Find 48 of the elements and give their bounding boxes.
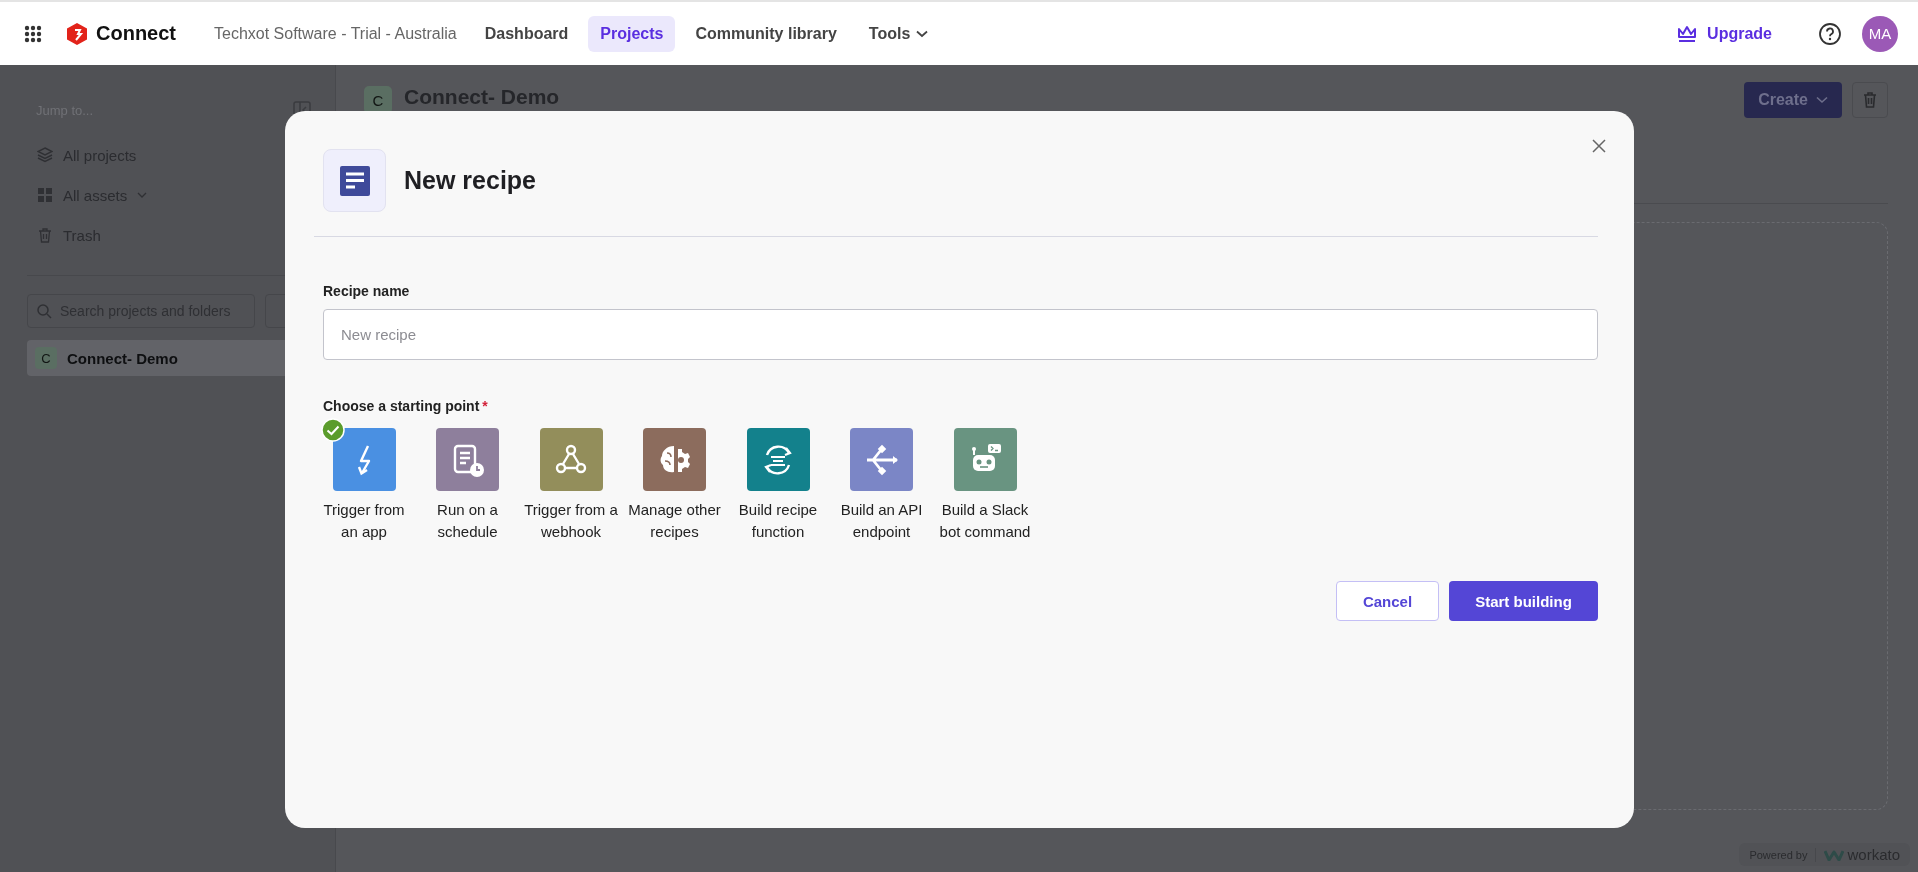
- chevron-down-icon: [137, 192, 148, 198]
- checkmark-badge-icon: [321, 418, 345, 442]
- document-lines-icon: [338, 164, 371, 197]
- stack-icon: [37, 147, 53, 163]
- trash-icon: [1862, 91, 1878, 109]
- apps-grid-icon[interactable]: [24, 24, 42, 43]
- nav-tab[interactable]: Tools: [856, 15, 941, 52]
- upgrade-button[interactable]: Upgrade: [1671, 23, 1778, 44]
- option-label: Manage other recipes: [627, 500, 722, 542]
- field-label: Choose a starting point: [323, 398, 480, 414]
- recipe-name-input[interactable]: New recipe: [323, 309, 1598, 360]
- field-label: Recipe name: [323, 283, 411, 299]
- help-icon[interactable]: [1818, 21, 1842, 46]
- required-mark: *: [482, 398, 488, 414]
- modal-title: New recipe: [404, 166, 536, 195]
- lightning-icon: [357, 443, 371, 476]
- starting-point-tile[interactable]: [746, 428, 810, 491]
- option-label: Build a Slack bot command: [938, 500, 1032, 542]
- cancel-button[interactable]: Cancel: [1336, 581, 1439, 621]
- crown-icon: [1677, 24, 1698, 43]
- starting-point-tile[interactable]: [643, 428, 706, 491]
- organization-name: Techxot Software - Trial - Australia: [214, 24, 457, 43]
- user-avatar[interactable]: MA: [1862, 15, 1898, 52]
- app-name: Connect: [96, 22, 176, 45]
- starting-point-tile[interactable]: [850, 428, 913, 491]
- w-logo-icon: [1824, 848, 1845, 861]
- option-label: Trigger from an app: [322, 500, 406, 542]
- search-icon: [36, 303, 52, 319]
- option-label: Trigger from a webhook: [523, 500, 619, 542]
- starting-point-tile[interactable]: [953, 428, 1017, 491]
- chevron-down-icon: [916, 29, 929, 38]
- option-label: Build an API endpoint: [839, 500, 924, 542]
- option-label: Build recipe function: [737, 500, 819, 542]
- chevron-down-icon: [1816, 96, 1828, 104]
- trash-icon: [37, 227, 53, 243]
- project-initial-badge: C: [35, 347, 57, 369]
- close-icon: [1592, 139, 1606, 153]
- starting-point-tile[interactable]: [436, 428, 499, 491]
- hexagon-logo-icon: [66, 21, 88, 46]
- nav-tab[interactable]: Community library: [683, 15, 849, 52]
- option-label: Run on a schedule: [436, 500, 499, 542]
- start-building-button[interactable]: Start building: [1449, 581, 1598, 621]
- nav-tab[interactable]: Dashboard: [472, 15, 581, 52]
- starting-point-tile[interactable]: [332, 428, 396, 491]
- starting-point-tile[interactable]: [539, 428, 603, 491]
- grid-icon: [37, 187, 53, 203]
- project-initial-badge: C: [364, 86, 392, 114]
- nav-tab[interactable]: Projects: [588, 15, 676, 52]
